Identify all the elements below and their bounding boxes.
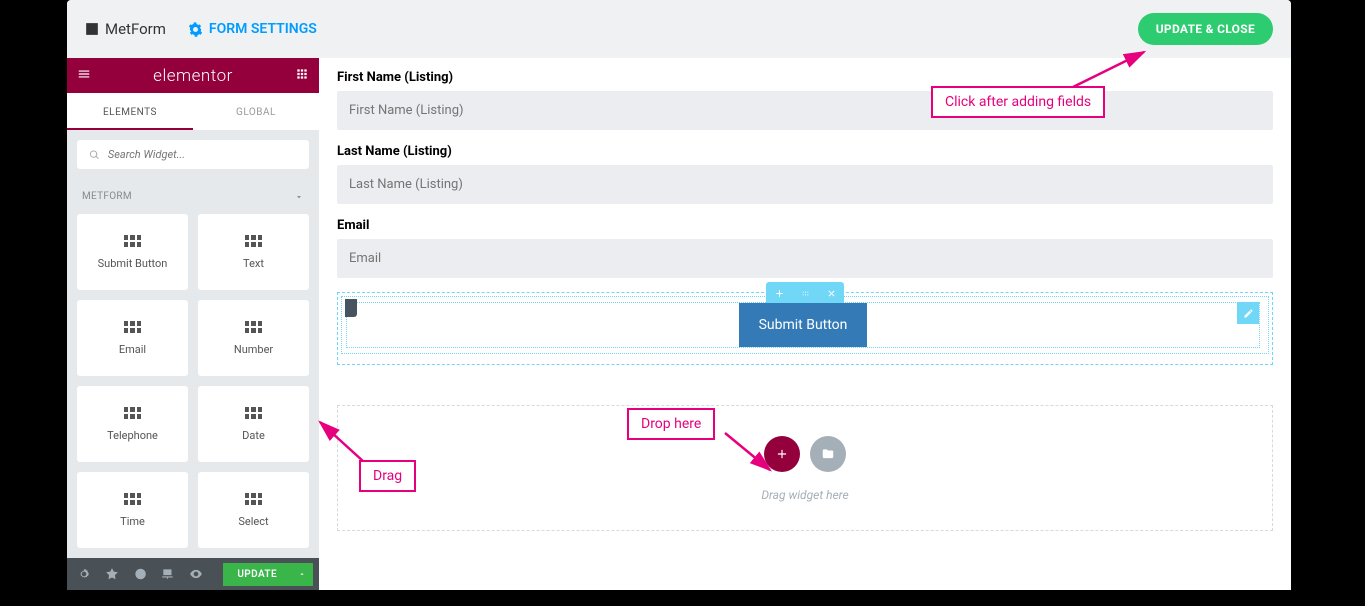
widget-submit-button[interactable]: Submit Button (77, 214, 188, 290)
widget-number[interactable]: Number (198, 300, 309, 376)
history-icon[interactable] (129, 563, 151, 585)
field-label: Email (337, 218, 1273, 233)
field-first-name: First Name (Listing) (337, 70, 1273, 130)
panel-settings-icon[interactable] (73, 563, 95, 585)
drop-hint-text: Drag widget here (338, 488, 1272, 502)
tab-elements[interactable]: ELEMENTS (67, 93, 193, 130)
column-handle[interactable] (345, 299, 357, 317)
preview-icon[interactable] (185, 563, 207, 585)
form-settings-label: FORM SETTINGS (209, 21, 317, 37)
footer-update-caret[interactable] (291, 563, 313, 586)
wordpress-icon (85, 22, 99, 36)
sidebar-footer: UPDATE (67, 558, 319, 590)
field-last-name: Last Name (Listing) (337, 144, 1273, 204)
app-name: MetForm (105, 20, 166, 38)
widget-text[interactable]: Text (198, 214, 309, 290)
chevron-down-icon (294, 192, 304, 202)
search-icon (89, 149, 100, 161)
add-section-button[interactable] (764, 436, 800, 472)
search-wrap (67, 130, 319, 179)
modal-topbar: MetForm FORM SETTINGS UPDATE & CLOSE (67, 0, 1291, 58)
widget-time[interactable]: Time (77, 472, 188, 548)
gear-icon (188, 22, 203, 37)
widget-date[interactable]: Date (198, 386, 309, 462)
widget-email[interactable]: Email (77, 300, 188, 376)
template-button[interactable] (810, 436, 846, 472)
widgets-grid: Submit Button Text Email Number Telephon… (67, 214, 319, 558)
first-name-input[interactable] (337, 91, 1273, 130)
responsive-icon[interactable] (157, 563, 179, 585)
footer-update-button[interactable]: UPDATE (223, 563, 291, 586)
edit-widget-icon[interactable] (1237, 302, 1259, 324)
apps-icon[interactable] (295, 66, 309, 85)
drop-zone[interactable]: Drag widget here (337, 405, 1273, 531)
elementor-sidebar: elementor ELEMENTS GLOBAL METFORM (67, 58, 319, 590)
sidebar-header: elementor (67, 58, 319, 93)
field-label: Last Name (Listing) (337, 144, 1273, 159)
update-close-button[interactable]: UPDATE & CLOSE (1138, 13, 1273, 45)
sidebar-tabs: ELEMENTS GLOBAL (67, 93, 319, 130)
field-label: First Name (Listing) (337, 70, 1273, 85)
search-input[interactable] (108, 148, 297, 161)
tab-global[interactable]: GLOBAL (193, 93, 319, 130)
widget-select[interactable]: Select (198, 472, 309, 548)
form-settings-link[interactable]: FORM SETTINGS (188, 21, 317, 37)
navigator-icon[interactable] (101, 563, 123, 585)
metform-logo: MetForm (85, 20, 166, 38)
category-label: METFORM (82, 191, 132, 202)
submit-button-widget[interactable]: Submit Button (739, 303, 868, 347)
widget-telephone[interactable]: Telephone (77, 386, 188, 462)
submit-section[interactable]: Submit Button (337, 292, 1273, 365)
email-input[interactable] (337, 239, 1273, 278)
last-name-input[interactable] (337, 165, 1273, 204)
menu-icon[interactable] (77, 66, 91, 85)
category-header[interactable]: METFORM (67, 179, 319, 214)
field-email: Email (337, 218, 1273, 278)
elementor-brand: elementor (153, 66, 233, 86)
form-canvas: First Name (Listing) Last Name (Listing)… (319, 58, 1291, 590)
